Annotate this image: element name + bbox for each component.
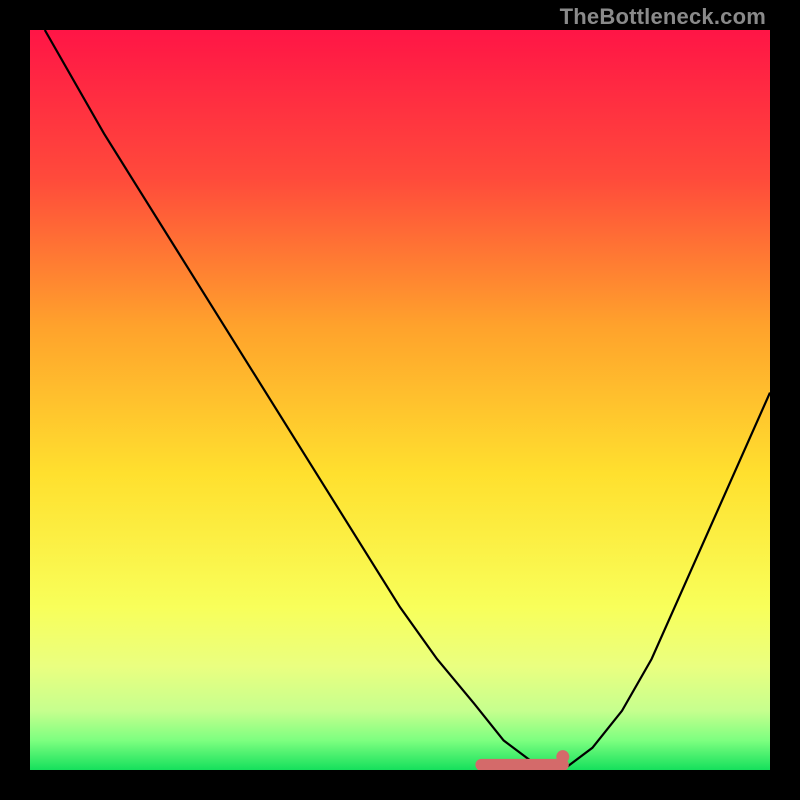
watermark-text: TheBottleneck.com	[560, 4, 766, 30]
plot-area	[30, 30, 770, 770]
optimal-range-endpoint	[556, 750, 569, 763]
chart-frame: TheBottleneck.com	[0, 0, 800, 800]
marker-layer	[30, 30, 770, 770]
